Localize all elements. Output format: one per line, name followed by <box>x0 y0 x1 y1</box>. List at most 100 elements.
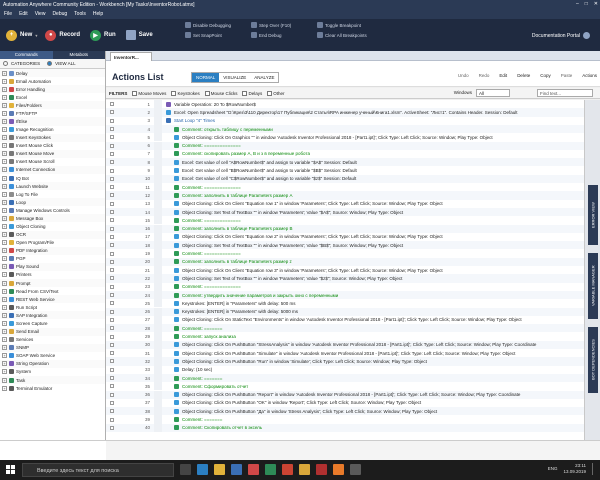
expand-icon[interactable]: + <box>2 102 7 108</box>
command-item[interactable]: + Printers <box>0 271 105 279</box>
expand-icon[interactable]: + <box>2 167 7 173</box>
expand-icon[interactable]: + <box>2 345 7 351</box>
action-row[interactable]: 29 Comment: запуск анализа <box>106 332 584 341</box>
action-row[interactable]: 34 Comment: ======= <box>106 373 584 383</box>
clock[interactable]: 23:11 13.09.2019 <box>563 463 586 475</box>
command-item[interactable]: + Files/Folders <box>0 101 105 110</box>
action-row[interactable]: 14 Object Cloning: Set Text of TextBox ""… <box>106 207 584 217</box>
action-row[interactable]: 23 Comment: ============== <box>106 282 584 291</box>
menu-view[interactable]: View <box>35 11 46 17</box>
command-item[interactable]: + Email Automation <box>0 77 105 85</box>
command-item[interactable]: + Loop <box>0 198 105 207</box>
row-checkbox[interactable] <box>110 234 114 239</box>
action-row[interactable]: 7 Comment: скопировать размер А, В и з в … <box>106 149 584 159</box>
powerpoint-icon[interactable] <box>282 464 293 475</box>
command-item[interactable]: + Internet Connection <box>0 165 105 175</box>
row-checkbox[interactable] <box>110 268 114 273</box>
breakpoint-gutter[interactable] <box>154 324 162 333</box>
command-item[interactable]: + Terminal Emulator <box>0 384 105 392</box>
breakpoint-gutter[interactable] <box>154 108 162 117</box>
language-indicator[interactable]: ENG <box>548 466 558 472</box>
action-row[interactable]: 37 Object Cloning: Click On PushButton "O… <box>106 398 584 408</box>
command-item[interactable]: + Insert Mouse Move <box>0 149 105 158</box>
breakpoint-gutter[interactable] <box>154 357 162 366</box>
windows-select[interactable]: All <box>476 89 510 97</box>
expand-icon[interactable]: + <box>2 353 7 359</box>
tab-metabots[interactable]: Metabots <box>53 51 106 59</box>
row-checkbox[interactable] <box>110 226 114 231</box>
command-item[interactable]: + Excel <box>0 93 105 101</box>
filter-mouse-clicks[interactable]: Mouse Clicks <box>204 90 237 96</box>
bot-dependencies-tab[interactable]: BOT DEPENDENCIES <box>588 327 598 393</box>
expand-icon[interactable]: + <box>2 159 7 165</box>
row-checkbox[interactable] <box>110 409 114 414</box>
taskbar-search-input[interactable]: Введите здесь текст для поиска <box>22 463 174 477</box>
command-item[interactable]: + SAP Integration <box>0 311 105 320</box>
row-checkbox[interactable] <box>110 218 114 223</box>
breakpoint-gutter[interactable] <box>154 423 162 432</box>
breakpoint-gutter[interactable] <box>154 158 162 167</box>
action-row[interactable]: 10 Excel: Get value of cell "C$RowNumber$… <box>106 174 584 183</box>
expand-icon[interactable]: + <box>2 135 7 141</box>
row-checkbox[interactable] <box>110 334 114 339</box>
expand-icon[interactable]: + <box>2 215 7 221</box>
expand-icon[interactable]: + <box>2 127 7 133</box>
row-checkbox[interactable] <box>110 160 114 165</box>
command-item[interactable]: + PGP <box>0 255 105 263</box>
automation-anywhere-icon[interactable] <box>333 464 344 475</box>
action-row[interactable]: 17 Object Cloning: Click On Client "Equat… <box>106 232 584 242</box>
expand-icon[interactable]: + <box>2 232 7 238</box>
task-view-icon[interactable] <box>180 464 191 475</box>
menu-tools[interactable]: Tools <box>74 11 86 17</box>
breakpoint-gutter[interactable] <box>154 141 162 150</box>
chrome-icon[interactable] <box>299 464 310 475</box>
step-over-button[interactable]: Step Over (F10) <box>251 22 313 28</box>
expand-icon[interactable]: + <box>2 320 7 326</box>
command-item[interactable]: + Open Program/File <box>0 239 105 247</box>
filter-other[interactable]: Other <box>267 90 285 96</box>
expand-icon[interactable]: + <box>2 377 7 383</box>
store-icon[interactable] <box>231 464 242 475</box>
command-item[interactable]: + FTP/SFTP <box>0 109 105 117</box>
row-checkbox[interactable] <box>110 110 114 115</box>
breakpoint-gutter[interactable] <box>154 216 162 225</box>
show-desktop-button[interactable] <box>592 463 596 475</box>
view-all-radio[interactable] <box>47 61 53 66</box>
expand-icon[interactable]: + <box>2 224 7 230</box>
save-button[interactable]: Save <box>125 30 153 40</box>
action-row[interactable]: 40 Comment: Скопировать отчет в эксель <box>106 423 584 432</box>
expand-icon[interactable]: + <box>2 191 7 197</box>
tab-visualize[interactable]: VISUALIZE <box>219 73 251 82</box>
maximize-button[interactable]: □ <box>585 1 588 7</box>
filter-keystrokes[interactable]: Keystrokes <box>171 90 200 96</box>
action-row[interactable]: 39 Comment: ======= <box>106 415 584 424</box>
expand-icon[interactable]: + <box>2 110 7 116</box>
command-item[interactable]: + Send Email <box>0 327 105 336</box>
command-item[interactable]: + Message Box <box>0 214 105 223</box>
expand-icon[interactable]: + <box>2 329 7 335</box>
breakpoint-gutter[interactable] <box>154 390 162 399</box>
expand-icon[interactable]: + <box>2 175 7 181</box>
record-button[interactable]: ● Record <box>45 29 80 41</box>
menu-debug[interactable]: Debug <box>52 11 67 17</box>
expand-icon[interactable]: + <box>2 78 7 84</box>
expand-icon[interactable]: + <box>2 151 7 157</box>
expand-icon[interactable]: + <box>2 86 7 92</box>
row-checkbox[interactable] <box>110 276 114 281</box>
command-item[interactable]: + Play Sound <box>0 262 105 271</box>
action-row[interactable]: 31 Object Cloning: Click On PushButton "S… <box>106 349 584 358</box>
autodesk-icon[interactable] <box>316 464 327 475</box>
row-checkbox[interactable] <box>110 259 114 264</box>
edge-icon[interactable] <box>197 464 208 475</box>
copy-button[interactable]: Copy <box>540 73 551 78</box>
breakpoint-gutter[interactable] <box>154 207 162 217</box>
command-item[interactable]: + Image Recognition <box>0 126 105 134</box>
command-item[interactable]: + Read From CSV/Text <box>0 287 105 295</box>
expand-icon[interactable]: + <box>2 312 7 318</box>
command-item[interactable]: + Launch Website <box>0 182 105 191</box>
command-item[interactable]: + Object Cloning <box>0 222 105 230</box>
breakpoint-gutter[interactable] <box>154 166 162 175</box>
row-checkbox[interactable] <box>110 193 114 198</box>
expand-icon[interactable]: + <box>2 199 7 205</box>
row-checkbox[interactable] <box>110 293 114 298</box>
